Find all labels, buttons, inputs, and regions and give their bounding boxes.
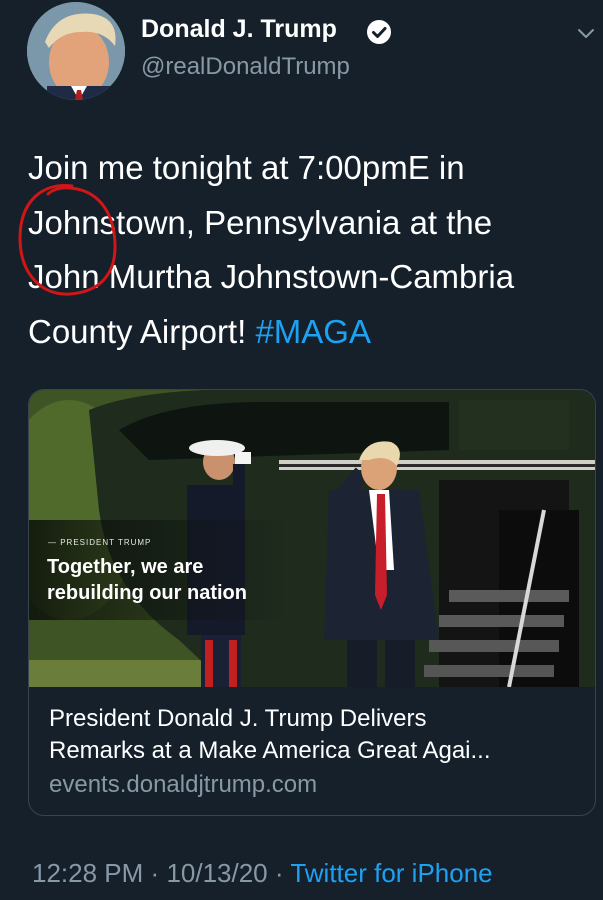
hashtag-link[interactable]: #MAGA xyxy=(255,313,371,350)
card-image-kicker: — PRESIDENT TRUMP xyxy=(48,538,152,547)
card-title-line: Remarks at a Make America Great Agai... xyxy=(49,737,491,764)
chevron-down-icon[interactable] xyxy=(576,26,596,40)
separator: · xyxy=(274,858,284,888)
separator: · xyxy=(150,858,160,888)
card-title-line: President Donald J. Trump Delivers xyxy=(49,705,427,732)
card-title: President Donald J. Trump Delivers Remar… xyxy=(49,703,589,767)
tweet-source-link[interactable]: Twitter for iPhone xyxy=(290,858,492,888)
avatar[interactable] xyxy=(27,2,125,100)
red-annotation-circle xyxy=(18,184,117,296)
card-image-headline-line: Together, we are xyxy=(47,556,204,578)
card-domain: events.donaldjtrump.com xyxy=(49,771,318,798)
card-image-headline: Together, we are rebuilding our nation xyxy=(47,554,247,606)
link-preview-card[interactable]: — PRESIDENT TRUMP Together, we are rebui… xyxy=(28,389,596,816)
tweet-time[interactable]: 12:28 PM xyxy=(32,858,143,888)
author-name[interactable]: Donald J. Trump xyxy=(141,15,337,44)
author-handle[interactable]: @realDonaldTrump xyxy=(141,53,350,81)
tweet-line-text: County Airport! xyxy=(28,312,256,350)
verified-badge-icon xyxy=(367,20,391,44)
tweet-metadata: 12:28 PM · 10/13/20 · Twitter for iPhone xyxy=(32,858,493,889)
card-image-headline-line: rebuilding our nation xyxy=(47,582,247,604)
tweet-date[interactable]: 10/13/20 xyxy=(166,858,267,888)
tweet-line-last: County Airport! #MAGA xyxy=(28,305,594,360)
avatar-photo xyxy=(27,2,125,100)
